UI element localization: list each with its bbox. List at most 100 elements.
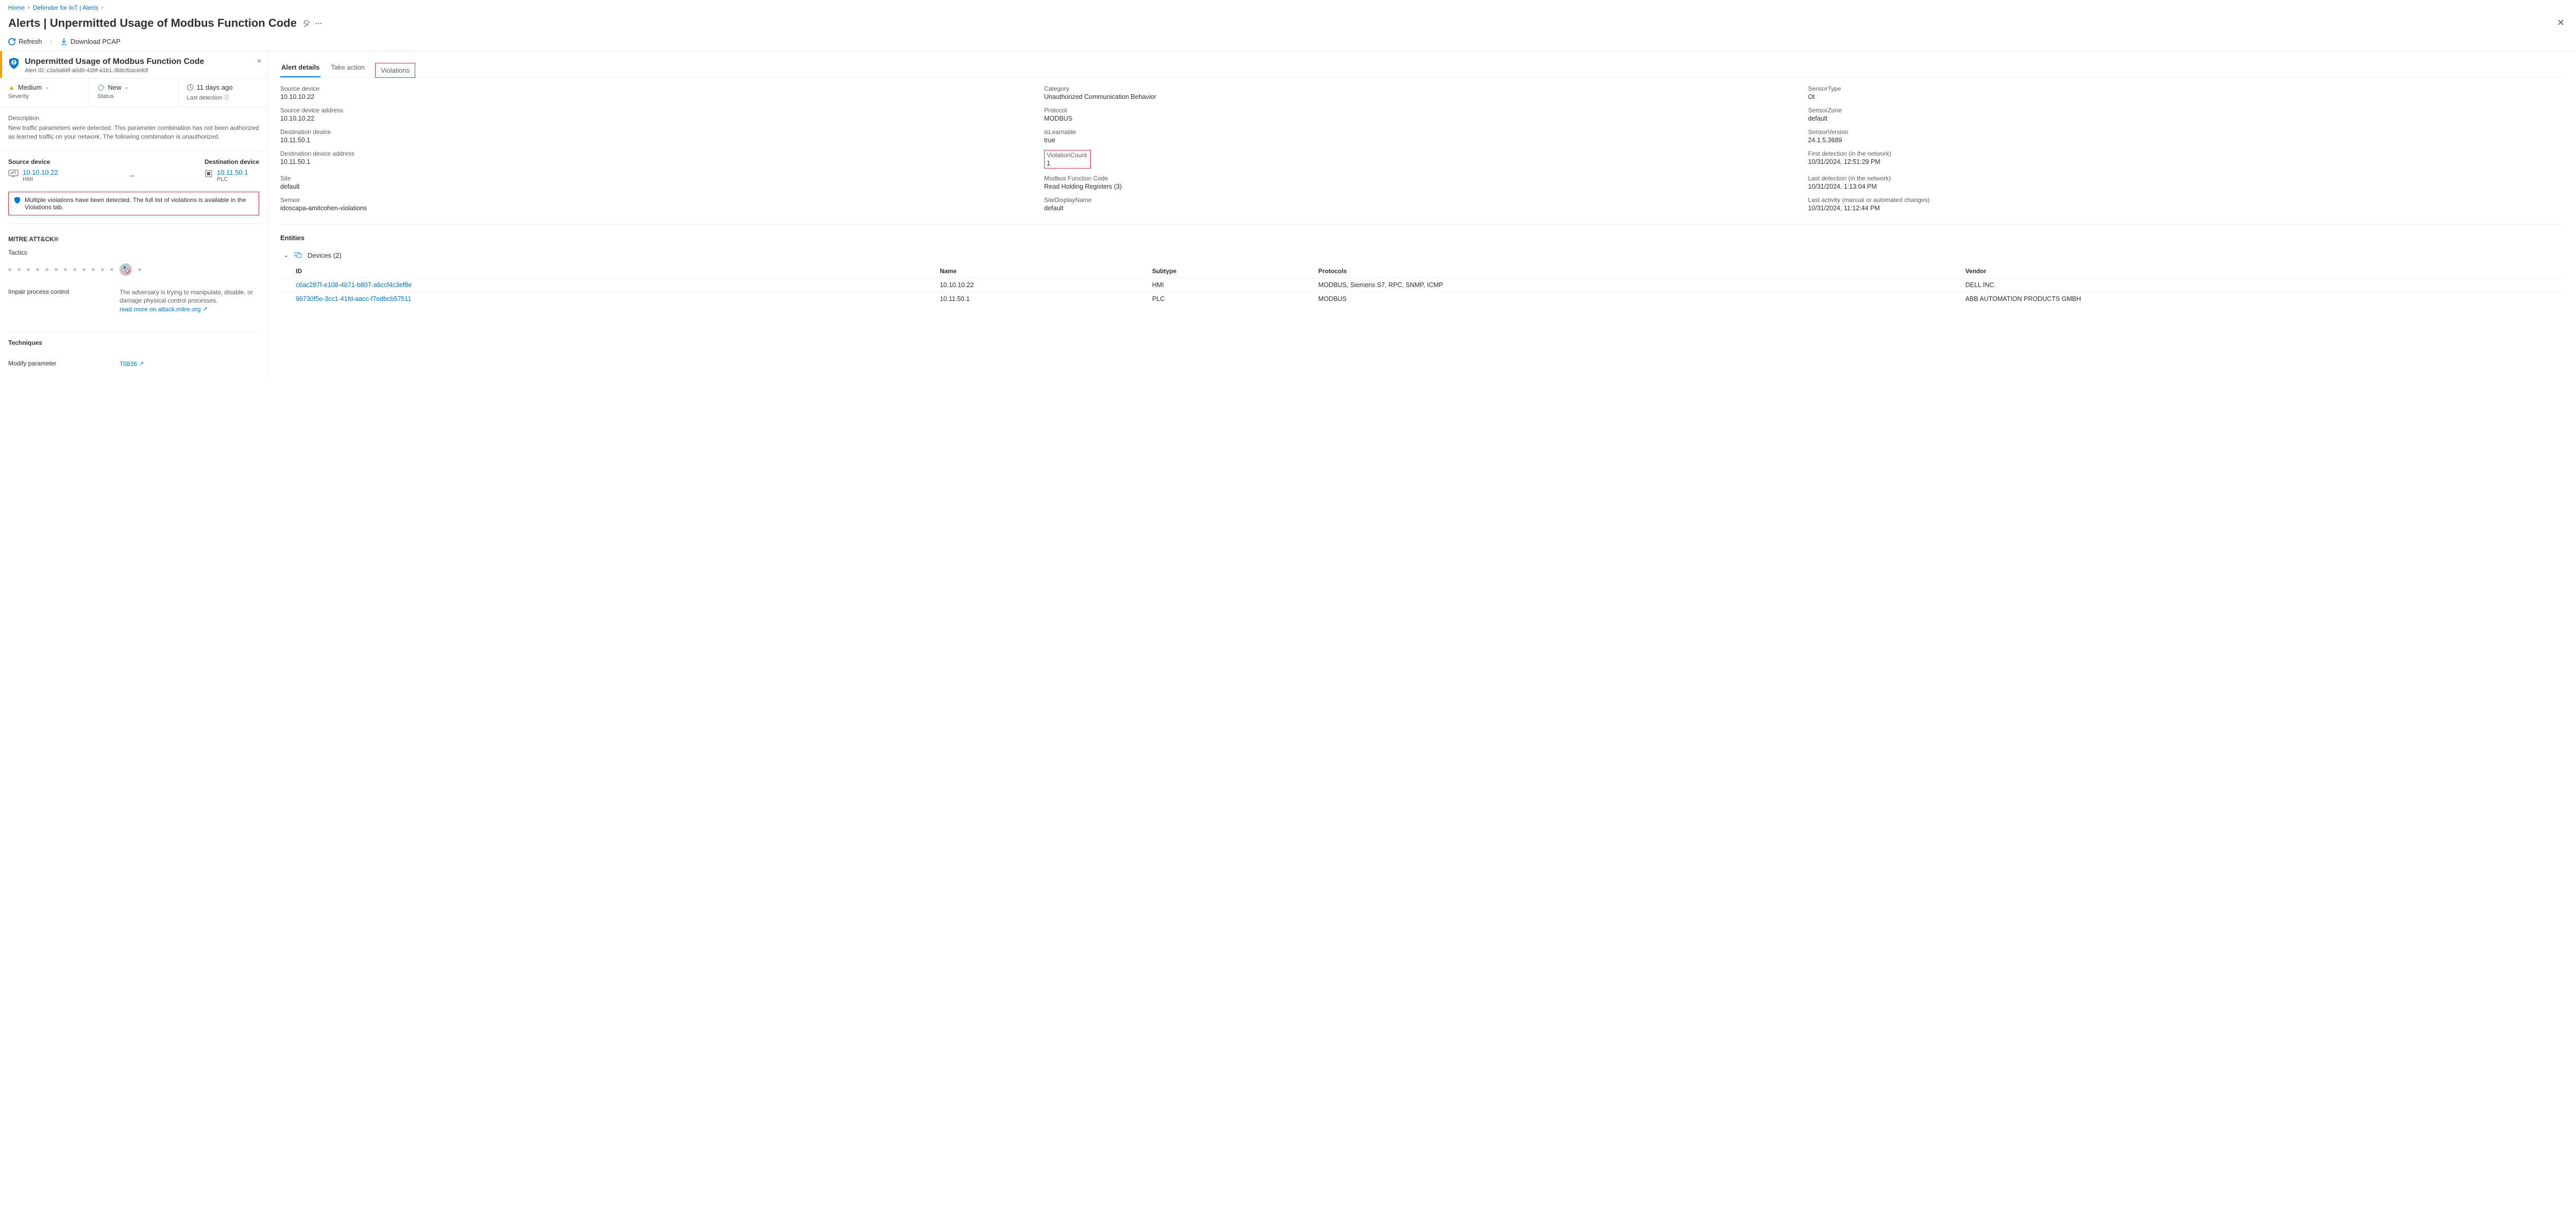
- field-is-learnable: isLearnable true: [1044, 128, 1800, 144]
- destination-device-type: PLC: [217, 176, 248, 182]
- source-device-link[interactable]: 10.10.10.22: [23, 169, 58, 176]
- left-panel: Unpermitted Usage of Modbus Function Cod…: [0, 51, 268, 379]
- arrow-right-icon: →: [127, 171, 135, 180]
- chevron-down-icon[interactable]: ⌄: [283, 251, 289, 259]
- mitre-techniques-label: Techniques: [8, 339, 259, 346]
- title-prefix: Alerts |: [8, 16, 50, 29]
- detection-value: 11 days ago: [197, 83, 233, 91]
- column-header-subtype[interactable]: Subtype: [1147, 264, 1313, 278]
- breadcrumb-sep: ›: [101, 5, 104, 11]
- severity-icon: ▲: [8, 83, 15, 91]
- field-destination-address: Destination device address 10.11.50.1: [280, 150, 1036, 169]
- destination-device-label: Destination device: [205, 158, 259, 165]
- field-source-device: Source device 10.10.10.22: [280, 85, 1036, 101]
- tab-alert-details[interactable]: Alert details: [280, 59, 320, 77]
- entity-vendor: ABB AUTOMATION PRODUCTS GMBH: [1960, 292, 2564, 306]
- field-violation-count: ViolationCount 1: [1044, 150, 1091, 169]
- device-group-icon: [294, 252, 302, 258]
- external-link-icon: ↗: [139, 360, 144, 368]
- violations-note-text: Multiple violations have been detected. …: [25, 196, 253, 211]
- shield-alert-icon: [8, 57, 19, 69]
- source-device-type: HMI: [23, 176, 58, 182]
- chevron-down-icon[interactable]: ⌄: [45, 85, 49, 90]
- device-row: Source device 10.10.10.22 HMI → Destinat…: [0, 151, 267, 188]
- mitre-tactic-description: The adversary is trying to manipulate, d…: [120, 288, 259, 306]
- entities-group-header[interactable]: ⌄ Devices (2): [280, 249, 2564, 264]
- source-device-label: Source device: [8, 158, 58, 165]
- close-icon[interactable]: ✕: [2554, 14, 2568, 31]
- details-grid: Source device 10.10.10.22 Category Unaut…: [280, 78, 2564, 224]
- title-name: Unpermitted Usage of Modbus Function Cod…: [50, 16, 297, 29]
- refresh-button[interactable]: Refresh: [8, 38, 42, 45]
- violations-note: Multiple violations have been detected. …: [8, 192, 259, 215]
- entity-subtype: PLC: [1147, 292, 1313, 306]
- command-separator: |: [50, 38, 52, 45]
- entity-protocols: MODBUS: [1313, 292, 1960, 306]
- detection-label: Last detection: [187, 95, 223, 101]
- command-bar: Refresh | Download PCAP: [0, 35, 2576, 51]
- info-icon[interactable]: ⓘ: [224, 95, 229, 101]
- download-pcap-button[interactable]: Download PCAP: [60, 38, 121, 45]
- table-row[interactable]: c6ac287f-e108-4b71-b807-a6ccf4c3ef8e 10.…: [280, 278, 2564, 292]
- refresh-icon: [8, 38, 15, 45]
- entities-section: Entities ⌄ Devices (2) ID Name Subtype P…: [280, 225, 2564, 306]
- right-panel: Alert details Take action Violations Sou…: [268, 51, 2576, 379]
- tab-violations[interactable]: Violations: [375, 63, 415, 78]
- entity-vendor: DELL INC.: [1960, 278, 2564, 292]
- more-icon[interactable]: ···: [315, 19, 323, 27]
- entity-name: 10.11.50.1: [935, 292, 1147, 306]
- field-site-display-name: SiteDisplayName default: [1044, 196, 1800, 212]
- column-header-name[interactable]: Name: [935, 264, 1147, 278]
- column-header-vendor[interactable]: Vendor: [1960, 264, 2564, 278]
- tab-take-action[interactable]: Take action: [330, 59, 366, 77]
- mitre-tactic-dots: [8, 263, 259, 276]
- description-label: Description: [8, 114, 259, 122]
- field-sensor-zone: SensorZone default: [1808, 107, 2564, 122]
- mitre-technique-link[interactable]: T0836 ↗: [120, 360, 144, 369]
- entity-subtype: HMI: [1147, 278, 1313, 292]
- column-header-protocols[interactable]: Protocols: [1313, 264, 1960, 278]
- column-header-id[interactable]: ID: [280, 264, 935, 278]
- entities-group-label: Devices (2): [308, 252, 342, 259]
- field-sensor-type: SensorType Ot: [1808, 85, 2564, 101]
- divider: [8, 331, 259, 332]
- page-title: Alerts | Unpermitted Usage of Modbus Fun…: [8, 16, 323, 30]
- field-last-activity: Last activity (manual or automated chang…: [1808, 196, 2564, 212]
- destination-device-link[interactable]: 10.11.50.1: [217, 169, 248, 176]
- entity-name: 10.10.10.22: [935, 278, 1147, 292]
- mitre-active-tactic-icon[interactable]: [120, 263, 132, 276]
- hmi-icon: [8, 170, 19, 178]
- status-cell: New ⌄ Status: [89, 78, 178, 107]
- severity-cell: ▲ Medium ⌄ Severity: [0, 78, 89, 107]
- clock-icon: [187, 84, 194, 91]
- entities-table: ID Name Subtype Protocols Vendor c6ac287…: [280, 264, 2564, 306]
- chevron-down-icon[interactable]: ⌄: [124, 85, 128, 90]
- field-function-code: Modbus Function Code Read Holding Regist…: [1044, 175, 1800, 190]
- field-sensor: Sensor idoscapa-amitcohen-violations: [280, 196, 1036, 212]
- entity-id-link[interactable]: c6ac287f-e108-4b71-b807-a6ccf4c3ef8e: [296, 281, 412, 289]
- mitre-read-more-link[interactable]: read more on attack.mitre.org ↗: [120, 305, 208, 314]
- breadcrumb-sep: ›: [28, 5, 30, 11]
- status-row: ▲ Medium ⌄ Severity New ⌄ Status: [0, 78, 267, 107]
- shield-icon: [14, 196, 21, 204]
- titlebar: Alerts | Unpermitted Usage of Modbus Fun…: [0, 13, 2576, 35]
- table-row[interactable]: 96730f5e-3cc1-41fd-aacc-f7edbcb57511 10.…: [280, 292, 2564, 306]
- external-link-icon: ↗: [202, 306, 207, 313]
- mitre-section: MITRE ATT&CK® Tactics Impair process con…: [0, 231, 267, 324]
- pin-icon[interactable]: [303, 20, 310, 27]
- breadcrumb-home[interactable]: Home: [8, 4, 25, 11]
- breadcrumb: Home › Defender for IoT | Alerts ›: [0, 0, 2576, 13]
- collapse-panel-icon[interactable]: «: [257, 56, 261, 64]
- detection-cell: 11 days ago Last detection ⓘ: [179, 78, 267, 107]
- new-status-icon: [97, 84, 105, 91]
- entity-id-link[interactable]: 96730f5e-3cc1-41fd-aacc-f7edbcb57511: [296, 295, 411, 303]
- alert-header: Unpermitted Usage of Modbus Function Cod…: [0, 51, 267, 78]
- main-content: Unpermitted Usage of Modbus Function Cod…: [0, 51, 2576, 379]
- field-last-detection: Last detection (in the network) 10/31/20…: [1808, 175, 2564, 190]
- breadcrumb-defender[interactable]: Defender for IoT | Alerts: [33, 4, 98, 11]
- field-site: Site default: [280, 175, 1036, 190]
- severity-value: Medium: [18, 83, 42, 91]
- field-protocol: Protocol MODBUS: [1044, 107, 1800, 122]
- entity-protocols: MODBUS, Siemens S7, RPC, SNMP, ICMP: [1313, 278, 1960, 292]
- field-first-detection: First detection (in the network) 10/31/2…: [1808, 150, 2564, 169]
